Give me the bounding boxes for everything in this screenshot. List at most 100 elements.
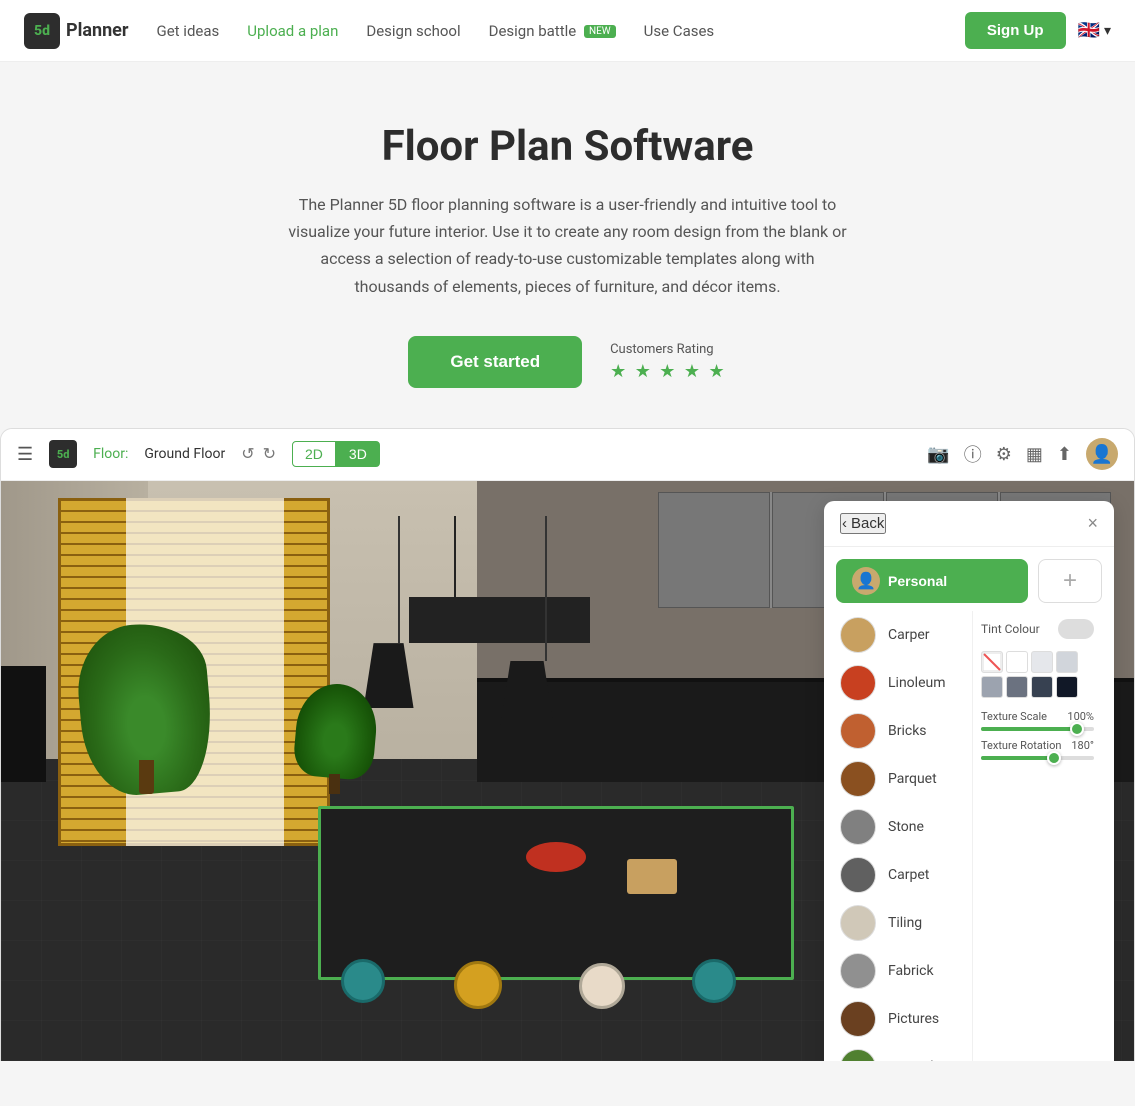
texture-scale-row: Texture Scale 100%: [981, 710, 1094, 731]
pendant-cord-1: [398, 516, 400, 644]
material-name-parquet: Parquet: [888, 771, 937, 787]
new-badge: NEW: [584, 25, 616, 38]
topbar-left: ☰ 5d Floor: Ground Floor ↺ ↻ 2D 3D: [17, 440, 380, 468]
material-item-tiling[interactable]: Tiling: [836, 899, 972, 947]
color-swatch-5[interactable]: [1006, 676, 1028, 698]
plant-large: [80, 624, 210, 794]
personal-button[interactable]: 👤 Personal: [836, 559, 1028, 603]
swatch-fabrick: [840, 953, 876, 989]
redo-button[interactable]: ↻: [263, 444, 276, 464]
texture-scale-slider[interactable]: [981, 727, 1094, 731]
view-3d-button[interactable]: 3D: [336, 441, 380, 467]
color-swatch-6[interactable]: [1031, 676, 1053, 698]
scene-container: ‹ Back × 👤 Personal + Carper: [1, 481, 1134, 1061]
material-name-tiling: Tiling: [888, 915, 922, 931]
panel-content: 👤 Personal + Carper Linoleum Bricks Parq…: [824, 547, 1114, 1061]
texture-rotation-row: Texture Rotation 180°: [981, 739, 1094, 760]
camera-icon[interactable]: 📷: [927, 444, 949, 465]
share-icon[interactable]: ⬆: [1057, 444, 1072, 465]
chevron-left-icon: ‹: [842, 515, 847, 532]
material-item-fabrick[interactable]: Fabrick: [836, 947, 972, 995]
tint-label: Tint Colour: [981, 622, 1040, 636]
material-name-carper: Carper: [888, 627, 930, 643]
get-started-button[interactable]: Get started: [408, 336, 582, 388]
color-swatch-4[interactable]: [981, 676, 1003, 698]
material-item-stone[interactable]: Stone: [836, 803, 972, 851]
material-item-linoleum[interactable]: Linoleum: [836, 659, 972, 707]
nav-use-cases[interactable]: Use Cases: [644, 22, 715, 40]
close-button[interactable]: ×: [1087, 513, 1098, 534]
app-topbar: ☰ 5d Floor: Ground Floor ↺ ↻ 2D 3D 📷 ⓘ ⚙…: [1, 429, 1134, 481]
chart-icon[interactable]: ▦: [1026, 444, 1043, 465]
nav-design-battle[interactable]: Design battle NEW: [489, 22, 616, 40]
rating-label: Customers Rating: [610, 342, 727, 357]
view-2d-button[interactable]: 2D: [292, 441, 336, 467]
material-item-ground[interactable]: Ground: [836, 1043, 972, 1061]
back-button[interactable]: ‹ Back: [840, 513, 886, 534]
panel-top-row: 👤 Personal +: [836, 559, 1102, 603]
nav-get-ideas[interactable]: Get ideas: [157, 22, 220, 40]
swatch-carper: [840, 617, 876, 653]
material-item-carper[interactable]: Carper: [836, 611, 972, 659]
plant-stem: [139, 760, 155, 794]
material-item-pictures[interactable]: Pictures: [836, 995, 972, 1043]
panel-header: ‹ Back ×: [824, 501, 1114, 547]
flag-icon: 🇬🇧: [1078, 20, 1100, 41]
logo[interactable]: 5d Planner: [24, 13, 129, 49]
material-item-bricks[interactable]: Bricks: [836, 707, 972, 755]
material-item-parquet[interactable]: Parquet: [836, 755, 972, 803]
swatch-tiling: [840, 905, 876, 941]
material-name-carpet: Carpet: [888, 867, 929, 883]
nav-design-school[interactable]: Design school: [366, 22, 460, 40]
signup-button[interactable]: Sign Up: [965, 12, 1066, 49]
swatch-linoleum: [840, 665, 876, 701]
undo-button[interactable]: ↺: [241, 444, 254, 464]
hero-section: Floor Plan Software The Planner 5D floor…: [0, 62, 1135, 428]
color-swatch-2[interactable]: [1031, 651, 1053, 673]
material-name-stone: Stone: [888, 819, 924, 835]
logo-icon: 5d: [24, 13, 60, 49]
material-name-ground: Ground: [888, 1059, 933, 1061]
stool-4: [692, 959, 736, 1003]
swatch-bricks: [840, 713, 876, 749]
hero-description: The Planner 5D floor planning software i…: [288, 191, 848, 300]
plant-small-stem: [329, 774, 340, 794]
tv: [1, 666, 46, 782]
color-swatch-7[interactable]: [1056, 676, 1078, 698]
nav-upload-plan[interactable]: Upload a plan: [247, 22, 338, 40]
panel-body: Carper Linoleum Bricks Parquet Stone Car…: [836, 611, 1102, 1061]
color-swatch-0[interactable]: [981, 651, 1003, 673]
color-swatch-1[interactable]: [1006, 651, 1028, 673]
tint-toggle[interactable]: [1058, 619, 1094, 639]
hamburger-icon[interactable]: ☰: [17, 444, 33, 465]
add-material-button[interactable]: +: [1038, 559, 1102, 603]
material-name-pictures: Pictures: [888, 1011, 939, 1027]
nav-left: 5d Planner Get ideas Upload a plan Desig…: [24, 13, 714, 49]
info-icon[interactable]: ⓘ: [964, 441, 982, 467]
material-item-carpet[interactable]: Carpet: [836, 851, 972, 899]
rating-block: Customers Rating ★ ★ ★ ★ ★: [610, 342, 727, 382]
tint-row: Tint Colour: [981, 619, 1094, 639]
swatch-parquet: [840, 761, 876, 797]
language-selector[interactable]: 🇬🇧 ▾: [1078, 20, 1111, 41]
personal-avatar: 👤: [852, 567, 880, 595]
range-hood: [409, 597, 590, 643]
stool-1: [341, 959, 385, 1003]
floor-label: Floor:: [93, 446, 128, 462]
color-swatches: [981, 651, 1094, 698]
user-avatar[interactable]: 👤: [1086, 438, 1118, 470]
settings-icon[interactable]: ⚙: [996, 444, 1012, 465]
hood-cord-1: [454, 516, 456, 597]
nav-right: Sign Up 🇬🇧 ▾: [965, 12, 1111, 49]
plant-small: [296, 684, 376, 794]
app-logo[interactable]: 5d: [49, 440, 77, 468]
material-list: Carper Linoleum Bricks Parquet Stone Car…: [836, 611, 972, 1061]
texture-rotation-slider[interactable]: [981, 756, 1094, 760]
plant-small-leaves: [292, 681, 380, 781]
swatch-stone: [840, 809, 876, 845]
color-swatch-3[interactable]: [1056, 651, 1078, 673]
swatch-carpet: [840, 857, 876, 893]
hero-title: Floor Plan Software: [20, 122, 1115, 171]
fruit-bowl: [526, 842, 586, 872]
view-toggle: 2D 3D: [292, 441, 380, 467]
